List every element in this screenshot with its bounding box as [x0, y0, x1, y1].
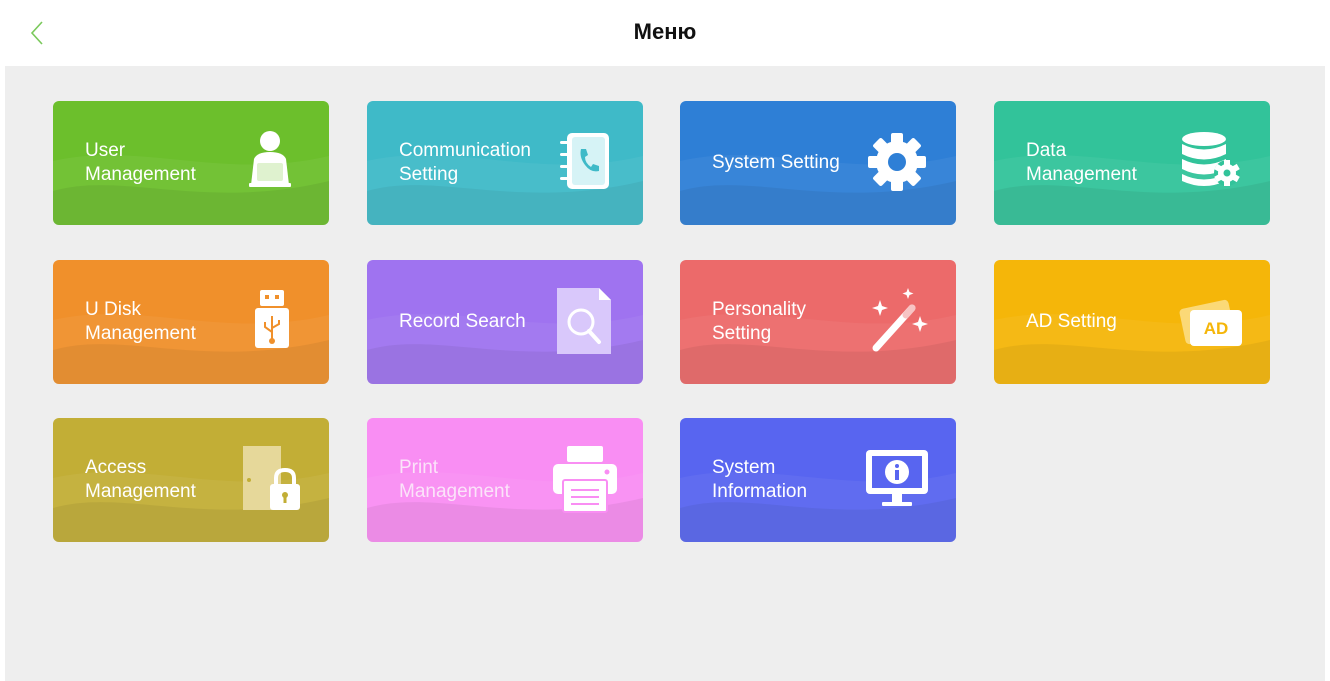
door-lock-icon: [243, 446, 300, 510]
tile-label: User Management: [85, 140, 196, 185]
tile-system-setting[interactable]: System Setting: [680, 101, 956, 225]
printer-icon: [553, 446, 617, 513]
tile-personality-setting[interactable]: Personality Setting: [680, 260, 956, 384]
tile-print-management[interactable]: Print Management: [367, 418, 643, 542]
tile-record-search[interactable]: Record Search: [367, 260, 643, 384]
tile-label: Communication Setting: [399, 140, 531, 185]
page-title: Меню: [633, 19, 697, 44]
tile-communication-setting[interactable]: Communication Setting: [367, 101, 643, 225]
tile-label: Print Management: [399, 457, 510, 502]
tile-label: System Information: [712, 457, 808, 502]
header-bar: Меню: [0, 0, 1330, 66]
gear-icon: [868, 133, 926, 191]
tile-label: Access Management: [85, 457, 196, 502]
tile-label: AD Setting: [1026, 311, 1117, 332]
usb-drive-icon: [255, 290, 289, 348]
tile-label: System Setting: [712, 152, 840, 173]
user-desk-icon: [249, 131, 291, 187]
tile-label: Data Management: [1026, 140, 1137, 185]
phonebook-icon: [560, 133, 609, 189]
menu-grid: User Management Communication Setting Sy…: [5, 66, 1325, 681]
tile-data-management[interactable]: Data Management: [994, 101, 1270, 225]
tile-label: Personality Setting: [712, 299, 806, 344]
tile-ad-setting[interactable]: AD Setting AD: [994, 260, 1270, 384]
tile-user-management[interactable]: User Management: [53, 101, 329, 225]
ad-card-icon: AD: [1179, 299, 1242, 346]
document-search-icon: [557, 288, 611, 354]
monitor-info-icon: [866, 450, 928, 506]
magic-wand-icon: [872, 288, 928, 352]
database-gear-icon: [1182, 132, 1240, 186]
tile-system-information[interactable]: System Information: [680, 418, 956, 542]
tile-label: U Disk Management: [85, 299, 196, 344]
svg-text:AD: AD: [1204, 319, 1229, 338]
tile-label: Record Search: [399, 311, 526, 332]
tile-access-management[interactable]: Access Management: [53, 418, 329, 542]
tile-u-disk-management[interactable]: U Disk Management: [53, 260, 329, 384]
